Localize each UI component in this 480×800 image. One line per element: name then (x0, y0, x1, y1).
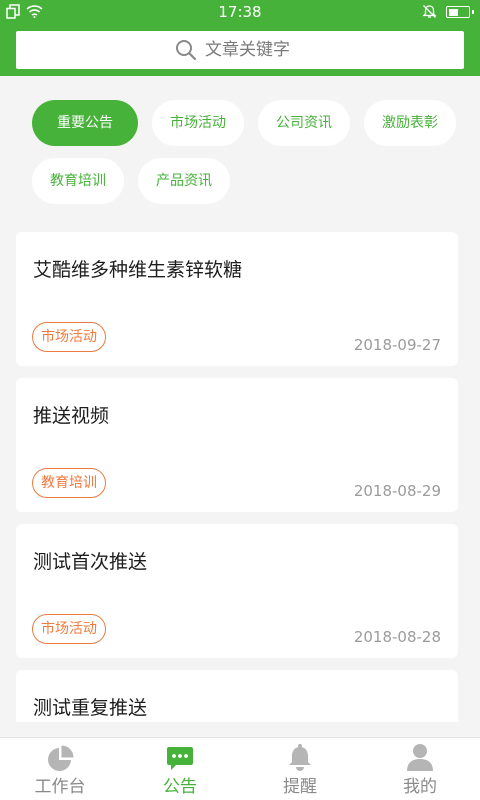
nav-item-profile[interactable]: 我的 (360, 738, 480, 800)
search-input[interactable] (205, 40, 305, 60)
category-filter: 重要公告 市场活动 公司资讯 激励表彰 教育培训 产品资讯 (32, 100, 468, 204)
article-category-tag: 市场活动 (32, 322, 106, 352)
article-category-tag: 市场活动 (32, 614, 106, 644)
bell-icon (288, 743, 312, 771)
person-icon (406, 743, 434, 771)
battery-level (448, 8, 458, 16)
bottom-nav: 工作台 公告 提醒 我的 (0, 737, 480, 800)
category-chip-company-news[interactable]: 公司资讯 (258, 100, 350, 146)
status-bar: 17:38 (0, 0, 480, 24)
article-card[interactable]: 测试重复推送 (16, 670, 458, 722)
category-chip-important-notice[interactable]: 重要公告 (32, 100, 138, 146)
nav-item-announcements[interactable]: 公告 (120, 738, 240, 800)
notification-off-icon (422, 5, 437, 18)
article-category-tag: 教育培训 (32, 468, 106, 498)
article-date: 2018-09-27 (353, 336, 441, 354)
category-chip-education-training[interactable]: 教育培训 (32, 158, 124, 204)
category-chip-incentive-awards[interactable]: 激励表彰 (364, 100, 456, 146)
article-card[interactable]: 测试首次推送 市场活动 2018-08-28 (16, 524, 458, 658)
article-title: 测试首次推送 (33, 551, 148, 573)
article-title: 测试重复推送 (33, 697, 148, 719)
nav-label: 提醒 (283, 777, 317, 797)
category-chip-market-activity[interactable]: 市场活动 (152, 100, 244, 146)
article-list[interactable]: 艾酷维多种维生素锌软糖 市场活动 2018-09-27 推送视频 教育培训 20… (16, 232, 458, 722)
nav-item-reminders[interactable]: 提醒 (240, 738, 360, 800)
search-icon (176, 40, 197, 61)
article-date: 2018-08-29 (353, 482, 441, 500)
status-time: 17:38 (218, 3, 262, 21)
nav-label: 我的 (403, 777, 437, 797)
category-chip-product-news[interactable]: 产品资讯 (138, 158, 230, 204)
article-card[interactable]: 推送视频 教育培训 2018-08-29 (16, 378, 458, 512)
article-card[interactable]: 艾酷维多种维生素锌软糖 市场活动 2018-09-27 (16, 232, 458, 366)
nav-item-workbench[interactable]: 工作台 (0, 738, 120, 800)
nav-label: 工作台 (34, 777, 86, 797)
chat-bubble-icon (166, 743, 194, 771)
header (0, 24, 480, 76)
article-date: 2018-08-28 (353, 628, 441, 646)
nav-label: 公告 (163, 777, 197, 797)
pie-chart-icon (47, 743, 74, 771)
article-title: 艾酷维多种维生素锌软糖 (33, 259, 243, 281)
article-title: 推送视频 (33, 405, 110, 427)
battery-icon (446, 6, 474, 18)
search-bar[interactable] (16, 31, 464, 69)
